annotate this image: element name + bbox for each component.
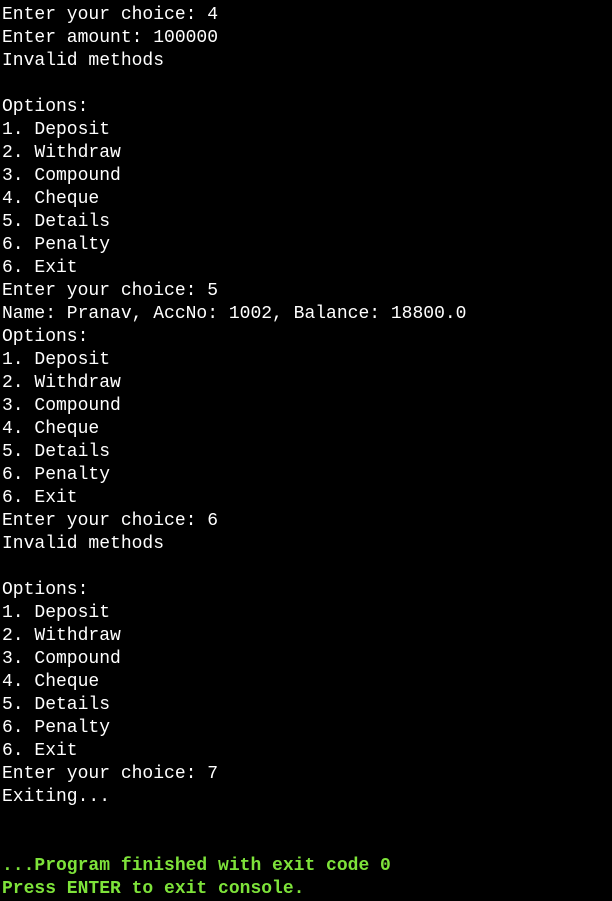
console-line: 6. Exit <box>2 258 78 278</box>
console-line: 6. Penalty <box>2 465 111 485</box>
console-line: 1. Deposit <box>2 603 111 623</box>
console-line: Options: <box>2 580 89 600</box>
console-line: 5. Details <box>2 442 111 462</box>
console-line: 6. Penalty <box>2 235 111 255</box>
press-enter-prompt: Press ENTER to exit console. <box>2 879 305 899</box>
console-line: 5. Details <box>2 212 111 232</box>
console-line: 4. Cheque <box>2 419 100 439</box>
console-line: 2. Withdraw <box>2 143 121 163</box>
console-line: Name: Pranav, AccNo: 1002, Balance: 1880… <box>2 304 467 324</box>
console-line: 4. Cheque <box>2 189 100 209</box>
console-line: 4. Cheque <box>2 672 100 692</box>
console-line: 1. Deposit <box>2 350 111 370</box>
console-line: Options: <box>2 97 89 117</box>
console-line: 3. Compound <box>2 166 121 186</box>
exit-code-message: ...Program finished with exit code 0 <box>2 856 391 876</box>
console-line: Invalid methods <box>2 51 165 71</box>
console-line: Enter your choice: 5 <box>2 281 219 301</box>
console-line: Enter your choice: 4 <box>2 5 219 25</box>
console-line: 6. Exit <box>2 741 78 761</box>
console-line: 6. Exit <box>2 488 78 508</box>
console-line: 2. Withdraw <box>2 626 121 646</box>
console-line: 6. Penalty <box>2 718 111 738</box>
console-line: Options: <box>2 327 89 347</box>
console-line: 3. Compound <box>2 396 121 416</box>
console-line: Enter your choice: 7 <box>2 764 219 784</box>
console-line: 2. Withdraw <box>2 373 121 393</box>
console-line: Exiting... <box>2 787 111 807</box>
console-line: 1. Deposit <box>2 120 111 140</box>
console-line: 3. Compound <box>2 649 121 669</box>
console-line: 5. Details <box>2 695 111 715</box>
console-line: Invalid methods <box>2 534 165 554</box>
terminal-console[interactable]: Enter your choice: 4 Enter amount: 10000… <box>0 0 612 899</box>
console-line: Enter your choice: 6 <box>2 511 219 531</box>
console-line: Enter amount: 100000 <box>2 28 219 48</box>
